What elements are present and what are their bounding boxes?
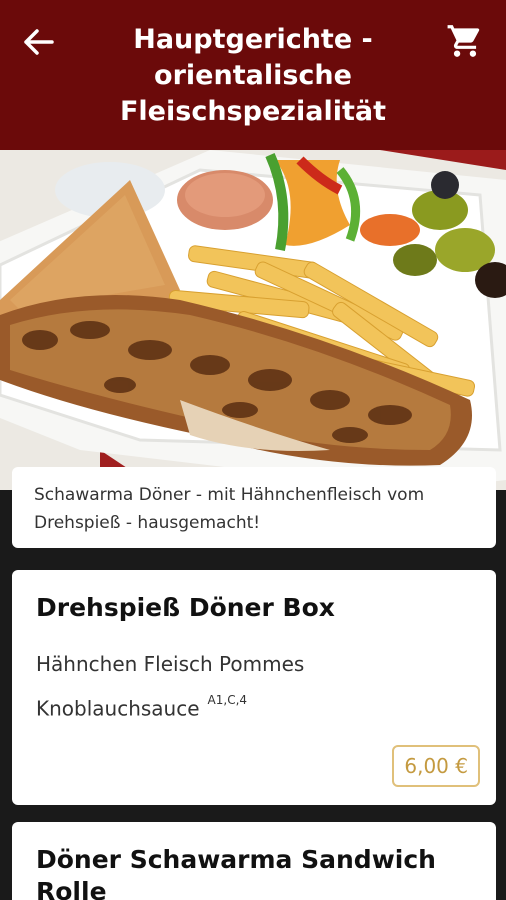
shopping-cart-icon <box>447 25 480 57</box>
cart-button[interactable] <box>444 20 486 62</box>
page-title: Hauptgerichte - orientalische Fleischspe… <box>119 24 386 127</box>
menu-item-card[interactable]: Drehspieß Döner Box Hähnchen Fleisch Pom… <box>12 570 496 805</box>
menu-item-name: Döner Schawarma Sandwich Rolle <box>36 845 436 900</box>
dish-photo <box>0 150 506 490</box>
menu-item-description: Hähnchen Fleisch Pommes Knoblauchsauce A1… <box>36 644 472 729</box>
menu-item-card[interactable]: Döner Schawarma Sandwich Rolle <box>12 822 496 900</box>
app-header: Hauptgerichte - orientalische Fleischspe… <box>0 0 506 150</box>
category-description: Schawarma Döner - mit Hähnchenfleisch vo… <box>34 485 425 533</box>
price-button[interactable]: 6,00 € <box>392 745 480 787</box>
arrow-left-icon <box>24 29 54 55</box>
allergen-codes: A1,C,4 <box>207 693 248 707</box>
menu-item-description-text: Hähnchen Fleisch Pommes Knoblauchsauce <box>36 652 305 721</box>
back-button[interactable] <box>18 22 58 62</box>
category-description-card: Schawarma Döner - mit Hähnchenfleisch vo… <box>12 467 496 548</box>
menu-item-name: Drehspieß Döner Box <box>36 593 335 622</box>
